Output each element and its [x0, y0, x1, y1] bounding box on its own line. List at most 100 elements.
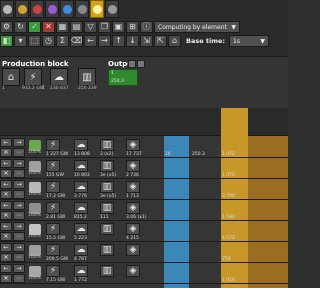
compute-mode-dropdown[interactable]: Computing by element ▼	[154, 21, 240, 33]
module-icon[interactable]: ◈	[126, 160, 140, 172]
close-button[interactable]: ✕	[42, 21, 55, 33]
settings-button[interactable]: ⚙	[0, 21, 13, 33]
row-percent: 100%	[28, 171, 41, 176]
move-left-button[interactable]: ←	[0, 159, 12, 168]
save-button[interactable]: ⬚	[28, 35, 41, 47]
row-pollution: 13 808	[74, 152, 90, 157]
remove-button[interactable]: ✕	[0, 148, 12, 157]
table-row: ← → ✕ ⋯ 100% ⚡ 15.5 GW ☁ 5 223 ▥ ◈ 4 215…	[0, 221, 288, 242]
chevron-down-icon: ▼	[231, 24, 236, 31]
tab-modules[interactable]	[75, 0, 89, 18]
pin-button[interactable]: ⊞	[126, 21, 139, 33]
collapse-button[interactable]: ⇱	[154, 35, 167, 47]
sum-button[interactable]: Σ	[56, 35, 69, 47]
move-right-button[interactable]: →	[13, 222, 25, 231]
machine-icon[interactable]: ▥	[100, 139, 114, 151]
row-pollution: 4 787	[74, 257, 87, 262]
module-icon[interactable]: ◈	[126, 202, 140, 214]
pb-count: 1	[2, 86, 5, 91]
tab-science[interactable]	[90, 0, 104, 18]
edit-icon[interactable]	[137, 60, 145, 68]
tab-logistics[interactable]	[0, 0, 14, 18]
row-percent: 100%	[28, 276, 41, 281]
delete-button[interactable]: ⌫	[70, 35, 83, 47]
move-right-button[interactable]: →	[13, 159, 25, 168]
power-icon[interactable]: ⚡	[24, 68, 42, 86]
move-right-button[interactable]: →	[13, 264, 25, 273]
module-icon[interactable]: ◈	[126, 265, 140, 277]
more-button[interactable]: ⋯	[13, 148, 25, 157]
move-right-button[interactable]: →	[13, 201, 25, 210]
copy-button[interactable]: ❐	[98, 21, 111, 33]
module-icon[interactable]: ◈	[126, 139, 140, 151]
move-left-button[interactable]: ←	[0, 201, 12, 210]
more-button[interactable]: ⋯	[13, 232, 25, 241]
module-icon[interactable]: ◈	[126, 181, 140, 193]
machine-icon[interactable]: ▥	[100, 223, 114, 235]
expand-button[interactable]: ⇲	[140, 35, 153, 47]
check-button[interactable]: ✓	[28, 21, 41, 33]
gear-icon	[17, 4, 27, 14]
power-icon: ⚡	[46, 223, 60, 235]
base-time-dropdown[interactable]: 1s ▼	[229, 35, 269, 47]
block-button[interactable]: ◧	[0, 35, 13, 47]
move-left-button[interactable]: ←	[0, 264, 12, 273]
tab-other[interactable]	[105, 0, 119, 18]
table-row: ← → ✕ ⋯ 100% ⚡ 7.15 GW ☁ 1 772 ▥ ◈ 1 016	[0, 263, 288, 284]
more-button[interactable]: ⋯	[13, 169, 25, 178]
clock-button[interactable]: ◷	[42, 35, 55, 47]
remove-button[interactable]: ✕	[0, 169, 12, 178]
move-right-button[interactable]: →	[13, 138, 25, 147]
remove-button[interactable]: ✕	[0, 211, 12, 220]
tab-production[interactable]	[15, 0, 29, 18]
tab-intermediate[interactable]	[30, 0, 44, 18]
tab-fluids[interactable]	[60, 0, 74, 18]
dropdown-button[interactable]: ▾	[14, 35, 27, 47]
tab-combat[interactable]	[45, 0, 59, 18]
module-icon[interactable]: ◈	[126, 244, 140, 256]
category-tabs	[0, 0, 120, 20]
more-button[interactable]: ⋯	[13, 253, 25, 262]
factory-icon[interactable]: ⌂	[2, 68, 20, 86]
machine-icon[interactable]: ▥	[100, 244, 114, 256]
remove-button[interactable]: ✕	[0, 274, 12, 283]
back-button[interactable]: ←	[84, 35, 97, 47]
remove-button[interactable]: ✕	[0, 190, 12, 199]
remove-button[interactable]: ✕	[0, 253, 12, 262]
move-left-button[interactable]: ←	[0, 138, 12, 147]
machine-icon[interactable]: ▥	[100, 160, 114, 172]
row-controls: ← → ✕ ⋯	[0, 138, 26, 157]
move-left-button[interactable]: ←	[0, 243, 12, 252]
output-product[interactable]: 1 250.3	[108, 69, 138, 86]
move-right-button[interactable]: →	[13, 243, 25, 252]
folder-button[interactable]: ⌂	[168, 35, 181, 47]
info-button[interactable]: ⓘ	[140, 21, 153, 33]
more-button[interactable]: ⋯	[13, 211, 25, 220]
filter-button[interactable]: ▽	[84, 21, 97, 33]
grid-button[interactable]: ▦	[56, 21, 69, 33]
pin-icon[interactable]	[128, 60, 136, 68]
power-icon: ⚡	[46, 244, 60, 256]
machine-icon[interactable]: ▥	[100, 181, 114, 193]
pollution-icon[interactable]: ☁	[50, 68, 68, 86]
refresh-button[interactable]: ↻	[14, 21, 27, 33]
remove-button[interactable]: ✕	[0, 232, 12, 241]
row-controls: ← → ✕ ⋯	[0, 201, 26, 220]
move-left-button[interactable]: ←	[0, 180, 12, 189]
more-button[interactable]: ⋯	[13, 274, 25, 283]
more-button[interactable]: ⋯	[13, 190, 25, 199]
up-button[interactable]: ↑	[112, 35, 125, 47]
down-button[interactable]: ↓	[126, 35, 139, 47]
move-left-button[interactable]: ←	[0, 222, 12, 231]
forward-button[interactable]: →	[98, 35, 111, 47]
module-icon[interactable]: ◈	[126, 223, 140, 235]
machine-icon[interactable]: ▥	[78, 68, 96, 86]
machine-icon[interactable]: ▥	[100, 202, 114, 214]
move-right-button[interactable]: →	[13, 180, 25, 189]
power-icon: ⚡	[46, 160, 60, 172]
paste-button[interactable]: ▣	[112, 21, 125, 33]
pollution-icon: ☁	[74, 139, 88, 151]
list-button[interactable]: ▤	[70, 21, 83, 33]
output-count: 1	[111, 71, 114, 76]
machine-icon[interactable]: ▥	[100, 265, 114, 277]
